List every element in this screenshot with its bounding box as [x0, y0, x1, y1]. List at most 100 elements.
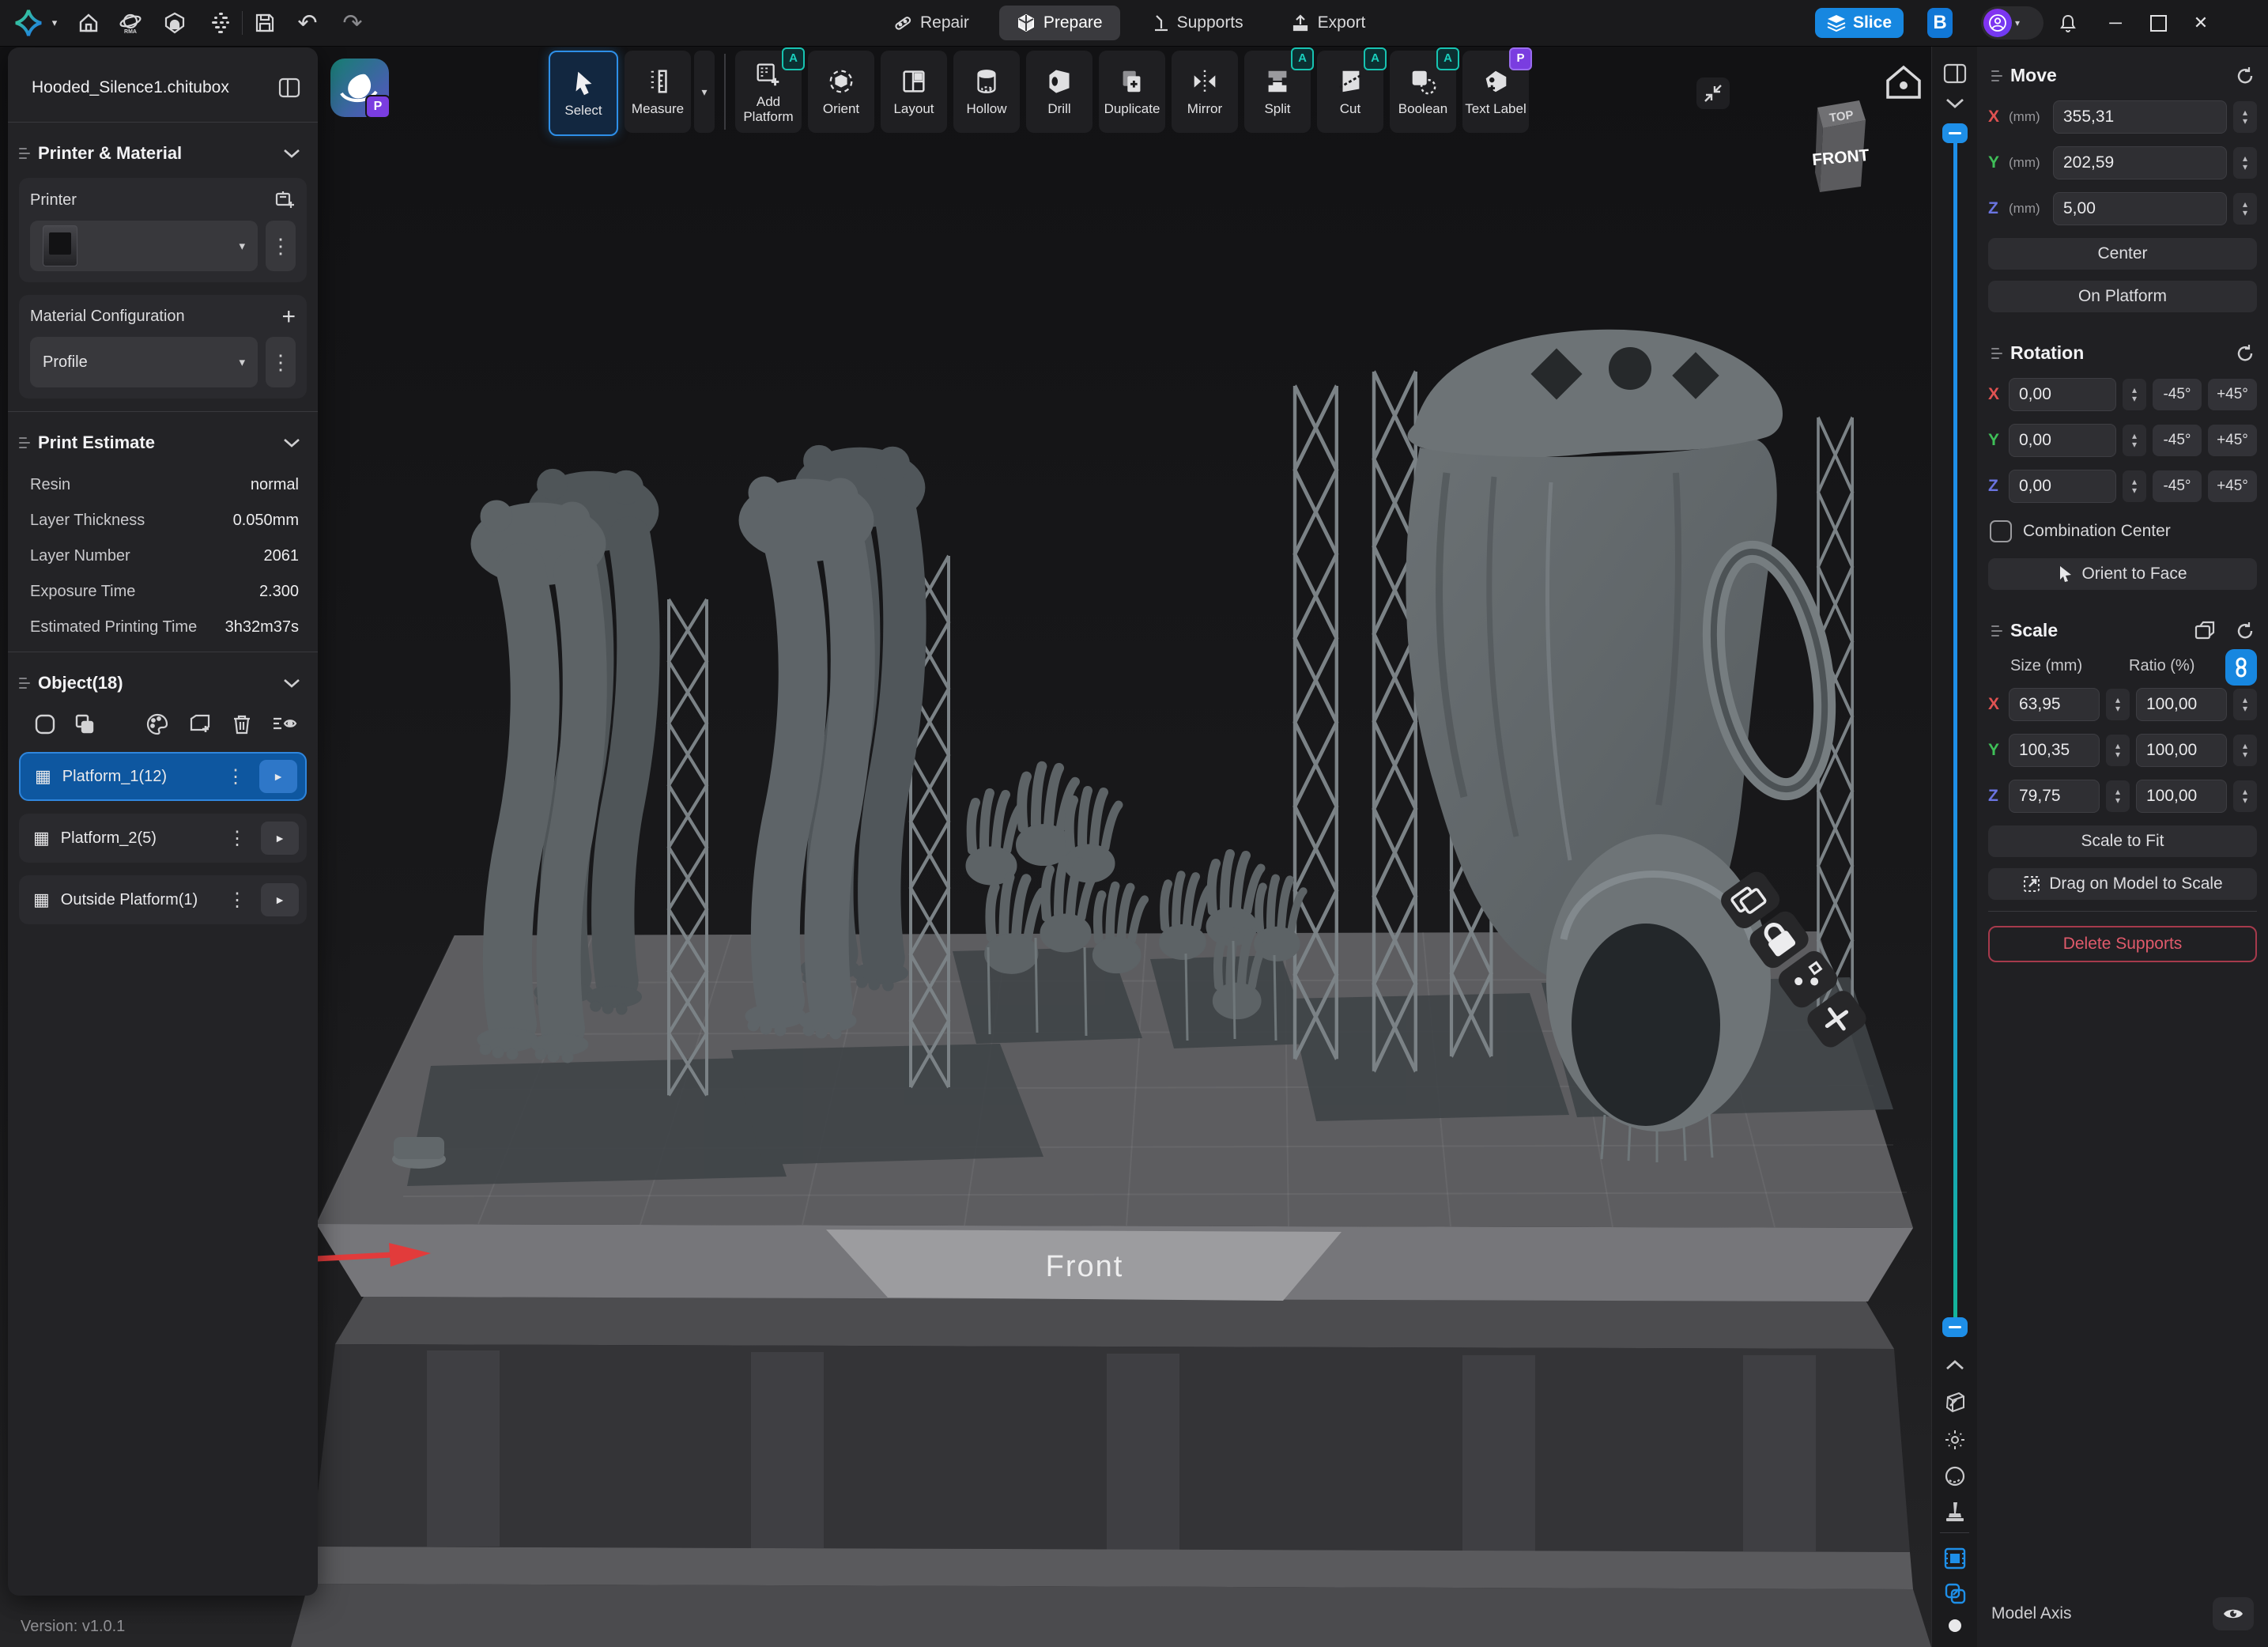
measure-options-caret[interactable]: ▾ [694, 51, 715, 133]
drag-grip-icon[interactable] [19, 437, 30, 448]
stepper-down-icon[interactable]: ▾ [2115, 796, 2120, 805]
center-button[interactable]: Center [1988, 238, 2257, 270]
stepper-down-icon[interactable]: ▾ [2115, 750, 2120, 759]
save-button[interactable] [248, 0, 281, 46]
collapse-toolbar-button[interactable] [1696, 77, 1730, 109]
tool-measure[interactable]: Measure [625, 51, 691, 133]
tool-text-label[interactable]: P Text Label [1462, 51, 1529, 133]
close-button[interactable]: ✕ [2182, 0, 2220, 46]
delete-icon[interactable] [231, 712, 253, 736]
reset-move-icon[interactable] [2235, 66, 2255, 86]
object-item-platform-1[interactable]: ▦ Platform_1(12) ⋮ ► [19, 752, 307, 801]
rotate-y-plus45-button[interactable]: +45° [2208, 425, 2257, 456]
rotate-x-minus45-button[interactable]: -45° [2153, 379, 2202, 410]
tab-supports[interactable]: Supports [1133, 6, 1261, 40]
logo-menu-caret[interactable]: ▾ [44, 0, 65, 46]
scale-y-ratio-input[interactable] [2136, 734, 2227, 767]
select-all-icon[interactable] [33, 712, 57, 736]
rotate-z-plus45-button[interactable]: +45° [2208, 470, 2257, 502]
move-x-stepper[interactable]: ▴ ▾ [2233, 101, 2257, 133]
stepper-down-icon[interactable]: ▾ [2243, 209, 2247, 217]
uniform-scale-link-toggle[interactable] [2225, 649, 2257, 686]
tool-boolean[interactable]: A Boolean [1390, 51, 1456, 133]
object-item-outside-platform[interactable]: ▦ Outside Platform(1) ⋮ ► [19, 875, 307, 924]
rotation-x-stepper[interactable]: ▴ ▾ [2123, 379, 2146, 410]
stepper-down-icon[interactable]: ▾ [2243, 796, 2247, 805]
tool-duplicate[interactable]: Duplicate [1099, 51, 1165, 133]
toggle-right-panel-icon[interactable] [1943, 63, 1967, 84]
rma-globe-button[interactable]: RMA [114, 0, 147, 46]
scale-z-ratio-stepper[interactable]: ▴ ▾ [2233, 780, 2257, 812]
drag-on-model-to-scale-button[interactable]: Drag on Model to Scale [1988, 868, 2257, 900]
object-expand-button[interactable]: ► [259, 760, 297, 793]
rotate-z-minus45-button[interactable]: -45° [2153, 470, 2202, 502]
scale-z-size-stepper[interactable]: ▴ ▾ [2106, 780, 2130, 812]
add-material-icon[interactable]: + [281, 309, 296, 325]
move-y-stepper[interactable]: ▴ ▾ [2233, 147, 2257, 179]
reset-scale-icon[interactable] [2235, 621, 2255, 641]
tool-select[interactable]: Select [549, 51, 618, 136]
stepper-down-icon[interactable]: ▾ [2132, 486, 2137, 495]
overlap-view-toggle-icon[interactable] [1943, 1581, 1967, 1605]
rotate-x-plus45-button[interactable]: +45° [2208, 379, 2257, 410]
copy-scale-icon[interactable] [2194, 621, 2216, 641]
object-menu-icon[interactable]: ⋮ [223, 765, 248, 788]
stepper-down-icon[interactable]: ▾ [2132, 440, 2137, 449]
b-app-badge[interactable]: B [1927, 8, 1953, 38]
notifications-bell[interactable] [2052, 0, 2084, 46]
tool-split[interactable]: A Split [1244, 51, 1311, 133]
rotation-z-input[interactable] [2009, 470, 2116, 503]
scale-z-ratio-input[interactable] [2136, 780, 2227, 813]
perspective-view-icon[interactable] [1943, 1390, 1967, 1414]
chevron-up-icon[interactable] [1945, 1360, 1964, 1370]
printer-select[interactable]: ▾ [30, 221, 258, 271]
tool-add-platform[interactable]: A Add Platform [735, 51, 802, 133]
delete-supports-button[interactable]: Delete Supports [1988, 926, 2257, 962]
rotation-x-input[interactable] [2009, 378, 2116, 411]
stepper-down-icon[interactable]: ▾ [2132, 395, 2137, 403]
rotation-y-input[interactable] [2009, 424, 2116, 457]
stepper-down-icon[interactable]: ▾ [2243, 163, 2247, 172]
palette-icon[interactable] [145, 712, 169, 736]
shield-box-button[interactable] [158, 0, 191, 46]
chevron-down-icon[interactable] [1945, 98, 1964, 108]
scale-x-size-stepper[interactable]: ▴ ▾ [2106, 689, 2130, 720]
chevron-down-icon[interactable] [283, 149, 300, 158]
add-to-platform-icon[interactable] [188, 712, 212, 736]
drag-grip-icon[interactable] [1991, 348, 2002, 359]
rotate-y-minus45-button[interactable]: -45° [2153, 425, 2202, 456]
sparkle-pattern-button[interactable] [204, 0, 237, 46]
slice-button[interactable]: Slice [1815, 8, 1904, 38]
tool-layout[interactable]: Layout [881, 51, 947, 133]
combination-center-checkbox[interactable] [1990, 520, 2012, 542]
material-sphere-icon[interactable] [1943, 1464, 1967, 1488]
drag-grip-icon[interactable] [19, 678, 30, 689]
reset-rotation-icon[interactable] [2235, 343, 2255, 364]
rotation-y-stepper[interactable]: ▴ ▾ [2123, 425, 2146, 456]
copy-objects-icon[interactable] [73, 712, 96, 736]
printer-menu-button[interactable]: ⋮ [266, 221, 296, 271]
scale-to-fit-button[interactable]: Scale to Fit [1988, 825, 2257, 857]
scale-z-size-input[interactable] [2009, 780, 2100, 813]
tab-prepare[interactable]: Prepare [999, 6, 1120, 40]
layer-slider-upper-handle[interactable] [1942, 123, 1968, 143]
tool-drill[interactable]: Drill [1026, 51, 1092, 133]
tab-export[interactable]: Export [1274, 6, 1383, 40]
view-cube[interactable]: TOP FRONT [1811, 100, 1870, 192]
profile-select[interactable]: Profile ▾ [30, 337, 258, 387]
model-axis-visibility-button[interactable] [2213, 1597, 2254, 1630]
stepper-down-icon[interactable]: ▾ [2243, 117, 2247, 126]
object-menu-icon[interactable]: ⋮ [225, 889, 250, 912]
tool-orient[interactable]: Orient [808, 51, 874, 133]
tool-hollow[interactable]: Hollow [953, 51, 1020, 133]
collapse-sidebar-icon[interactable] [278, 77, 300, 98]
home-button[interactable] [73, 0, 104, 46]
account-menu[interactable]: ▾ [1981, 6, 2043, 40]
orbit-gizmo-icon[interactable] [1943, 1428, 1967, 1452]
drag-grip-icon[interactable] [19, 148, 30, 159]
tool-mirror[interactable]: Mirror [1172, 51, 1238, 133]
undo-button[interactable]: ↶ [291, 0, 324, 46]
scale-y-size-input[interactable] [2009, 734, 2100, 767]
move-y-input[interactable] [2053, 146, 2227, 179]
scale-x-size-input[interactable] [2009, 688, 2100, 721]
